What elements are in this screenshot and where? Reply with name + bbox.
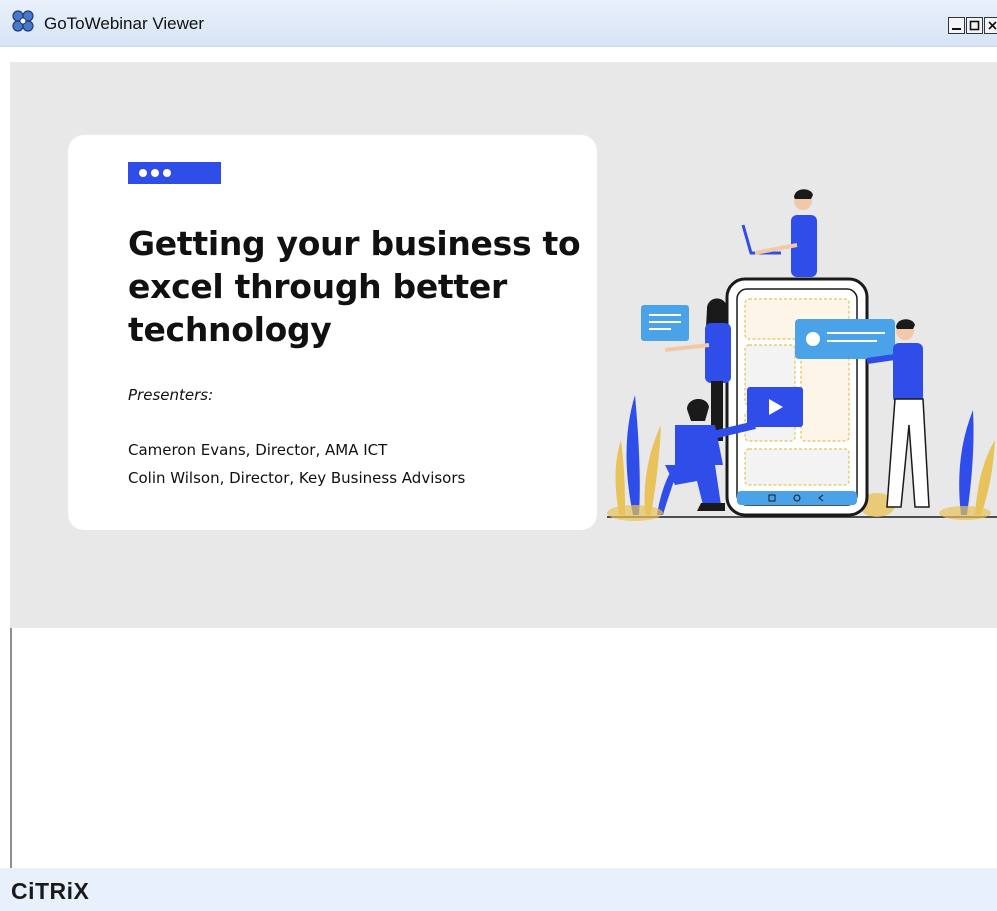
badge-dot bbox=[163, 169, 171, 177]
viewer-footer bbox=[0, 868, 997, 911]
close-icon bbox=[988, 21, 997, 30]
viewer-left-border bbox=[10, 628, 12, 868]
gotowebinar-flower-icon bbox=[12, 10, 34, 32]
presenter-line: Colin Wilson, Director, Key Business Adv… bbox=[128, 469, 466, 487]
window-title: GoToWebinar Viewer bbox=[44, 14, 205, 33]
three-dots-icon bbox=[128, 162, 221, 184]
minimize-icon bbox=[952, 28, 961, 30]
close-button[interactable] bbox=[984, 17, 997, 34]
badge-dot bbox=[151, 169, 159, 177]
presenters-label: Presenters: bbox=[128, 386, 214, 404]
slide-title: Getting your business to excel through b… bbox=[128, 224, 581, 349]
maximize-icon bbox=[969, 20, 980, 31]
badge-dot bbox=[139, 169, 147, 177]
citrix-logo: CiTRiX bbox=[11, 878, 90, 904]
window-titlebar[interactable]: GoToWebinar Viewer bbox=[0, 0, 997, 47]
maximize-button[interactable] bbox=[966, 17, 983, 34]
people-around-smartphone-illustration bbox=[607, 189, 997, 521]
minimize-button[interactable] bbox=[948, 17, 965, 34]
presenter-line: Cameron Evans, Director, AMA ICT bbox=[128, 441, 388, 459]
